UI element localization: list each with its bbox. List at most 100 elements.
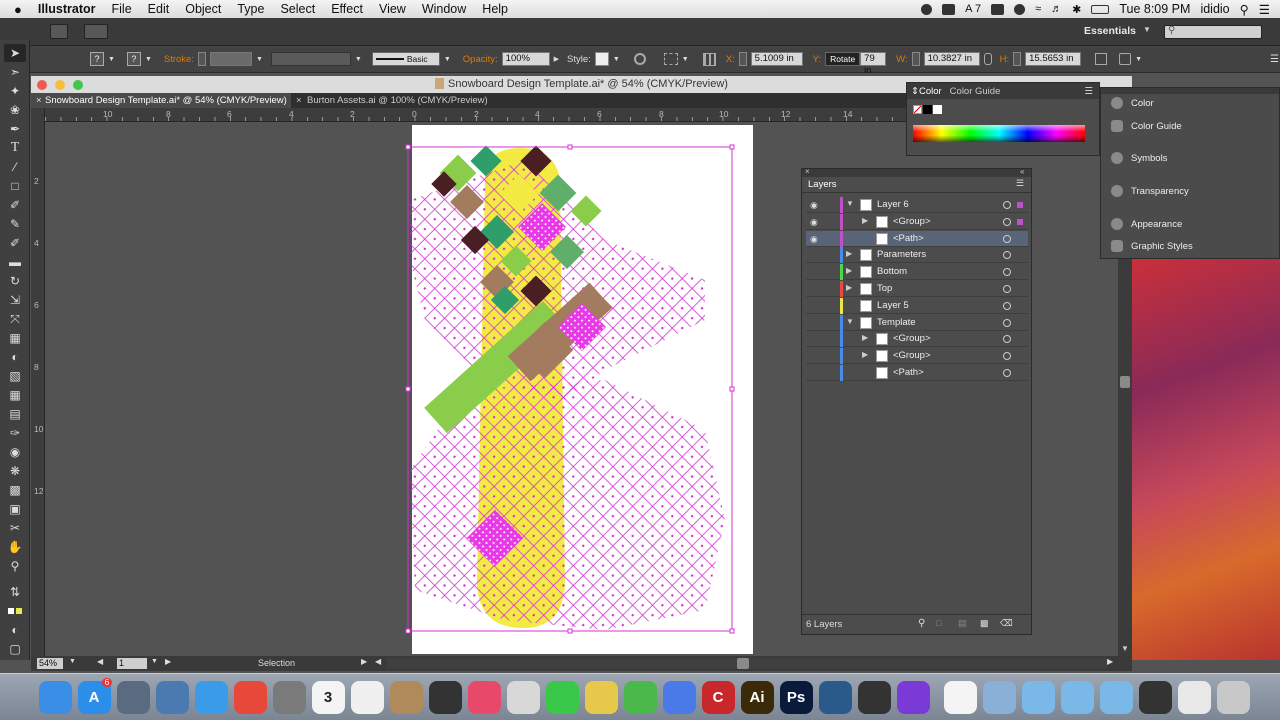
layer-row[interactable]: ◉ ▼ Layer 6 bbox=[806, 197, 1028, 213]
tab-snowboard-design-template[interactable]: × Snowboard Design Template.ai* @ 54% (C… bbox=[31, 93, 291, 108]
dock-sysprefs[interactable] bbox=[270, 678, 308, 716]
layer-name[interactable]: <Group> bbox=[893, 216, 931, 227]
target-circle-icon[interactable] bbox=[1003, 234, 1011, 243]
y-label[interactable]: Y: bbox=[813, 54, 821, 65]
opacity-field[interactable]: 100% bbox=[501, 52, 550, 66]
direct-selection-tool-icon[interactable]: ➣ bbox=[4, 63, 26, 81]
dock-calendar[interactable]: 3 bbox=[309, 678, 347, 716]
volume-icon[interactable]: ♬ bbox=[1051, 3, 1062, 15]
layer-row[interactable]: ◉ <Path> bbox=[806, 230, 1028, 247]
fill-swatch[interactable]: ? bbox=[90, 52, 104, 66]
menu-edit[interactable]: Edit bbox=[140, 2, 178, 16]
transform-icon[interactable] bbox=[1095, 53, 1108, 65]
layer-row[interactable]: ▶ <Group> bbox=[806, 331, 1028, 348]
layer-row[interactable]: ▶ <Group> bbox=[806, 348, 1028, 365]
arrange-documents-button[interactable] bbox=[84, 24, 108, 39]
dock-itunes[interactable] bbox=[465, 678, 503, 716]
workspace-chevron-icon[interactable]: ▼ bbox=[1143, 25, 1151, 34]
make-clipping-mask-icon[interactable]: □ bbox=[936, 618, 941, 628]
target-circle-icon[interactable] bbox=[1003, 352, 1011, 361]
layer-row[interactable]: ▼ Template bbox=[806, 314, 1028, 331]
dock-launchpad[interactable] bbox=[114, 678, 152, 716]
free-transform-tool-icon[interactable]: ▦ bbox=[4, 329, 26, 347]
constrain-proportions-icon[interactable] bbox=[983, 53, 992, 65]
layer-row[interactable]: Layer 5 bbox=[806, 297, 1028, 314]
dock-download[interactable] bbox=[941, 678, 979, 716]
style-swatch[interactable] bbox=[594, 52, 609, 66]
variable-width-profile[interactable] bbox=[270, 52, 351, 66]
snowboard-artwork[interactable] bbox=[405, 140, 745, 640]
dock-creative-cloud[interactable]: C bbox=[699, 678, 737, 716]
dock-safari[interactable] bbox=[192, 678, 230, 716]
symbol-sprayer-tool-icon[interactable]: ❋ bbox=[4, 462, 26, 480]
x-stepper[interactable] bbox=[738, 52, 747, 66]
scroll-thumb[interactable] bbox=[1120, 376, 1130, 388]
layer-name[interactable]: Bottom bbox=[877, 266, 907, 277]
recolor-artwork-icon[interactable] bbox=[633, 53, 646, 65]
disclosure-closed-icon[interactable]: ▶ bbox=[862, 216, 868, 225]
mesh-tool-icon[interactable]: ▦ bbox=[4, 386, 26, 404]
eraser-tool-icon[interactable]: ▬ bbox=[4, 253, 26, 271]
close-window-icon[interactable] bbox=[37, 80, 47, 90]
menu-effect[interactable]: Effect bbox=[323, 2, 371, 16]
visibility-eye-icon[interactable]: ◉ bbox=[810, 200, 818, 211]
dock-transparency[interactable]: Transparency bbox=[1101, 181, 1279, 201]
dock-illustrator[interactable]: Ai bbox=[738, 678, 776, 716]
hscroll-left-icon[interactable]: ◀ bbox=[375, 657, 381, 666]
layer-row[interactable]: <Path> bbox=[806, 365, 1028, 381]
target-circle-icon[interactable] bbox=[1003, 318, 1011, 327]
perspective-grid-tool-icon[interactable]: ▧ bbox=[4, 367, 26, 385]
panel-menu-icon[interactable]: ☰ bbox=[1016, 178, 1024, 189]
stroke-swatch[interactable]: ? bbox=[126, 52, 141, 66]
user-name[interactable]: ididio bbox=[1200, 2, 1229, 16]
menu-select[interactable]: Select bbox=[272, 2, 323, 16]
layer-name[interactable]: <Path> bbox=[893, 367, 924, 378]
slice-tool-icon[interactable]: ✂ bbox=[4, 519, 26, 537]
opacity-label[interactable]: Opacity: bbox=[463, 54, 498, 65]
layer-name[interactable]: <Group> bbox=[893, 333, 931, 344]
layer-name[interactable]: Top bbox=[877, 283, 892, 294]
menu-object[interactable]: Object bbox=[177, 2, 229, 16]
style-chevron-icon[interactable]: ▼ bbox=[613, 56, 620, 63]
workspace-switcher[interactable]: Essentials bbox=[1084, 25, 1136, 37]
hand-tool-icon[interactable]: ✋ bbox=[4, 538, 26, 556]
width-tool-icon[interactable]: ⤧ bbox=[4, 310, 26, 328]
brush-definition[interactable]: Basic bbox=[371, 52, 440, 66]
layer-row[interactable]: ▶ Top bbox=[806, 281, 1028, 297]
time-machine-icon[interactable] bbox=[1014, 3, 1026, 15]
scroll-down-icon[interactable]: ▼ bbox=[1121, 644, 1129, 653]
color-mode-icon[interactable] bbox=[4, 602, 26, 620]
column-graph-tool-icon[interactable]: ▩ bbox=[4, 481, 26, 499]
battery-icon[interactable] bbox=[1091, 4, 1110, 14]
target-circle-icon[interactable] bbox=[1003, 217, 1011, 226]
layer-name[interactable]: Parameters bbox=[877, 249, 926, 260]
dock-contacts[interactable] bbox=[387, 678, 425, 716]
rotate-tool-icon[interactable]: ↻ bbox=[4, 272, 26, 290]
x-label[interactable]: X: bbox=[726, 54, 735, 65]
layer-name[interactable]: <Group> bbox=[893, 350, 931, 361]
dock-symbols[interactable]: Symbols bbox=[1101, 148, 1279, 168]
visibility-eye-icon[interactable]: ◉ bbox=[810, 234, 818, 245]
stroke-weight-chevron-icon[interactable]: ▼ bbox=[256, 56, 263, 63]
current-tool-status[interactable]: Selection bbox=[258, 658, 295, 668]
tab-burton-assets[interactable]: × Burton Assets.ai @ 100% (CMYK/Preview) bbox=[293, 93, 523, 108]
menu-file[interactable]: File bbox=[104, 2, 140, 16]
layer-name[interactable]: <Path> bbox=[893, 233, 924, 244]
artboard-chevron-icon[interactable]: ▼ bbox=[151, 658, 158, 665]
dock-chrome[interactable] bbox=[231, 678, 269, 716]
locate-object-icon[interactable]: ⚲ bbox=[918, 618, 925, 629]
variable-width-chevron-icon[interactable]: ▼ bbox=[355, 56, 362, 63]
stroke-weight-stepper[interactable] bbox=[197, 52, 206, 66]
color-spectrum[interactable] bbox=[913, 125, 1085, 142]
hscroll-thumb[interactable] bbox=[737, 658, 749, 669]
artboard-next-icon[interactable]: ▶ bbox=[165, 657, 171, 666]
none-swatch[interactable] bbox=[913, 105, 922, 114]
dock-appearance[interactable]: Appearance bbox=[1101, 214, 1279, 234]
close-tab-icon[interactable]: × bbox=[36, 93, 42, 108]
dock-keynote[interactable] bbox=[660, 678, 698, 716]
bridge-button[interactable] bbox=[50, 24, 68, 39]
dock-document-stack[interactable] bbox=[1175, 678, 1213, 716]
hscroll-right-icon[interactable]: ▶ bbox=[1107, 657, 1113, 666]
disclosure-closed-icon[interactable]: ▶ bbox=[846, 283, 852, 292]
zoom-chevron-icon[interactable]: ▼ bbox=[69, 658, 76, 665]
